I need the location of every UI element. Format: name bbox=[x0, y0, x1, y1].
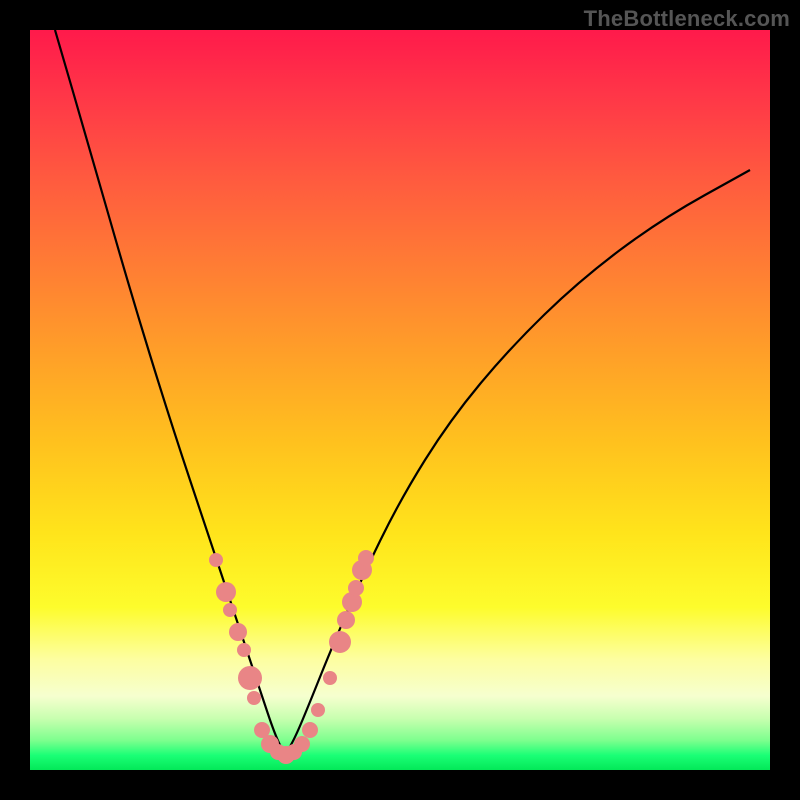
plot-area bbox=[30, 30, 770, 770]
marker-dot bbox=[311, 703, 325, 717]
watermark-text: TheBottleneck.com bbox=[584, 6, 790, 32]
marker-dot bbox=[216, 582, 236, 602]
marker-dot bbox=[223, 603, 237, 617]
marker-dot bbox=[237, 643, 251, 657]
chart-frame: TheBottleneck.com bbox=[0, 0, 800, 800]
marker-dot bbox=[329, 631, 351, 653]
marker-dots-layer bbox=[30, 30, 770, 770]
marker-dot bbox=[358, 550, 374, 566]
marker-dot bbox=[294, 736, 310, 752]
marker-dot bbox=[209, 553, 223, 567]
marker-dot bbox=[302, 722, 318, 738]
marker-dot bbox=[229, 623, 247, 641]
marker-dot bbox=[323, 671, 337, 685]
marker-dot bbox=[238, 666, 262, 690]
marker-dot bbox=[348, 580, 364, 596]
marker-dot bbox=[247, 691, 261, 705]
marker-dot bbox=[337, 611, 355, 629]
